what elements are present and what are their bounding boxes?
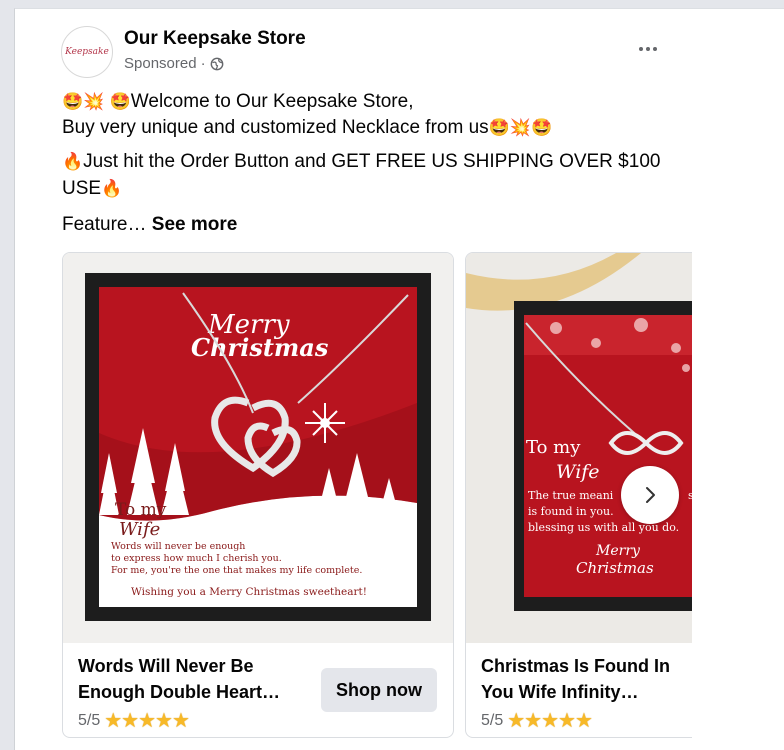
image-to-my: To my bbox=[115, 500, 167, 520]
more-options-button[interactable] bbox=[635, 39, 661, 59]
image-message-line: Words will never be enough bbox=[111, 541, 245, 552]
more-dot-icon bbox=[653, 47, 657, 51]
image-message-line: For me, you're the one that makes my lif… bbox=[111, 565, 362, 576]
star-struck-emoji: 🤩 bbox=[488, 118, 510, 137]
post-text: Feature… bbox=[62, 214, 147, 235]
image-message-line: str bbox=[688, 489, 692, 502]
star-rating-icon: ★★★★★ bbox=[104, 710, 190, 732]
see-more-link[interactable]: See more bbox=[152, 214, 238, 235]
image-message-line: is found in you. bbox=[528, 505, 614, 518]
post-text-line-4: USE🔥 bbox=[62, 178, 122, 200]
sponsored-label[interactable]: Sponsored bbox=[124, 55, 197, 72]
product-rating: 5/5 ★★★★★ bbox=[78, 708, 190, 733]
post-text: USE bbox=[62, 178, 102, 199]
image-wife: Wife bbox=[119, 519, 160, 540]
product-title-line: You Wife Infinity… bbox=[481, 682, 639, 702]
product-title-line: Christmas Is Found In bbox=[481, 656, 671, 676]
rating-text: 5/5 bbox=[78, 711, 101, 729]
product-title-line: Enough Double Heart… bbox=[78, 682, 280, 702]
image-heading-2: Christmas bbox=[191, 333, 329, 362]
meta-separator: · bbox=[200, 55, 206, 72]
image-message-line: The true meani bbox=[528, 489, 614, 502]
post-meta: Sponsored · bbox=[124, 55, 224, 72]
fire-emoji: 🔥 bbox=[101, 179, 123, 198]
product-title-line: Words Will Never Be bbox=[78, 656, 254, 676]
rating-text: 5/5 bbox=[481, 711, 504, 729]
star-struck-emoji: 🤩 bbox=[62, 92, 84, 111]
product-image[interactable]: Merry Christmas To my Wife Words will ne… bbox=[63, 253, 453, 643]
image-to-my: To my bbox=[526, 437, 581, 458]
chevron-right-icon bbox=[646, 487, 655, 503]
post-text: Buy very unique and customized Necklace … bbox=[62, 117, 489, 138]
product-carousel: Merry Christmas To my Wife Words will ne… bbox=[62, 252, 692, 747]
product-title[interactable]: Words Will Never Be Enough Double Heart… bbox=[78, 653, 308, 705]
image-heading-1: Merry bbox=[595, 543, 641, 559]
carousel-next-button[interactable] bbox=[621, 466, 679, 524]
shop-now-button[interactable]: Shop now bbox=[321, 668, 437, 712]
more-dot-icon bbox=[639, 47, 643, 51]
more-dot-icon bbox=[646, 47, 650, 51]
post-text: Just hit the Order Button and GET FREE U… bbox=[83, 151, 661, 172]
product-card[interactable]: Merry Christmas To my Wife Words will ne… bbox=[62, 252, 454, 738]
product-image[interactable]: To my Wife The true meani str is found i… bbox=[466, 253, 692, 643]
post-text-line-2: Buy very unique and customized Necklace … bbox=[62, 117, 552, 139]
fire-emoji: 🔥 bbox=[62, 152, 84, 171]
star-rating-icon: ★★★★★ bbox=[507, 710, 593, 732]
post-text-line-1: 🤩💥 🤩Welcome to Our Keepsake Store, bbox=[62, 91, 413, 113]
product-title[interactable]: Christmas Is Found In You Wife Infinity… bbox=[481, 653, 692, 705]
image-wish-line: Wishing you a Merry Christmas sweetheart… bbox=[131, 586, 367, 598]
product-rating: 5/5 ★★★★★ bbox=[481, 708, 593, 733]
image-message-line: to express how much I cherish you. bbox=[111, 553, 282, 564]
post-text: Welcome to Our Keepsake Store, bbox=[130, 91, 414, 112]
star-struck-emoji: 🤩 bbox=[531, 118, 553, 137]
sponsored-post: Keepsake Our Keepsake Store Sponsored · … bbox=[14, 8, 784, 750]
globe-icon bbox=[210, 57, 223, 70]
page-avatar[interactable]: Keepsake bbox=[61, 26, 113, 78]
post-text-line-3: 🔥Just hit the Order Button and GET FREE … bbox=[62, 151, 660, 173]
post-text-line-5: Feature… See more bbox=[62, 214, 237, 236]
star-struck-emoji: 🤩 bbox=[109, 92, 131, 111]
image-wife: Wife bbox=[556, 461, 600, 483]
avatar-logo-text: Keepsake bbox=[65, 47, 109, 57]
collision-emoji: 💥 bbox=[83, 92, 105, 111]
page-name-link[interactable]: Our Keepsake Store bbox=[124, 28, 306, 50]
collision-emoji: 💥 bbox=[509, 118, 531, 137]
image-heading-2: Christmas bbox=[576, 559, 654, 577]
